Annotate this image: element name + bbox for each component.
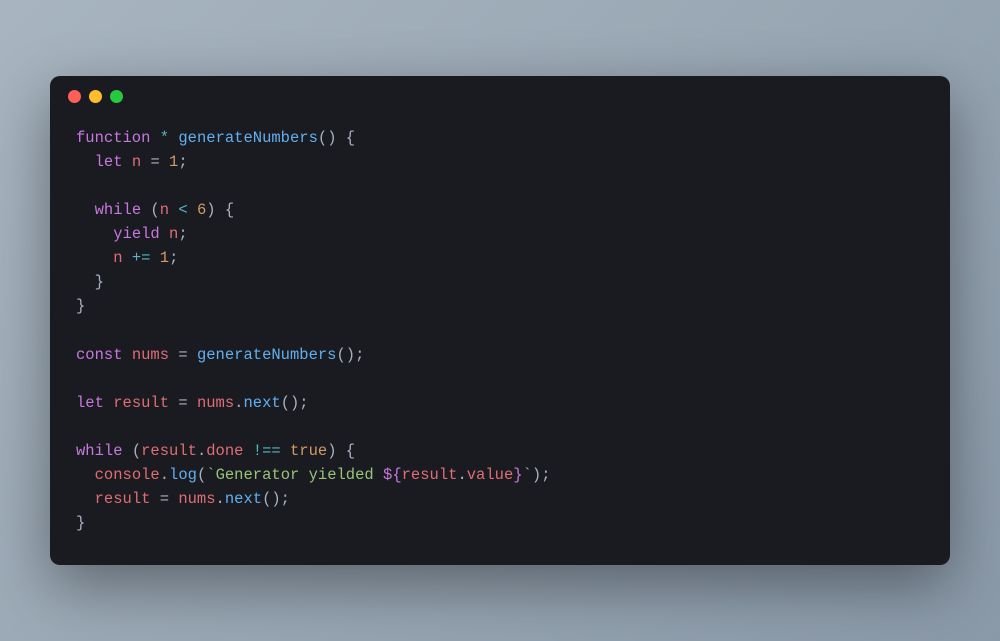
code-window: function * generateNumbers() { let n = 1… [50,76,950,564]
code-line: yield n; [76,225,188,243]
code-line: let n = 1; [76,153,188,171]
close-icon[interactable] [68,90,81,103]
code-line: let result = nums.next(); [76,394,309,412]
code-line: } [76,297,85,315]
code-line: console.log(`Generator yielded ${result.… [76,466,551,484]
code-line: function * generateNumbers() { [76,129,355,147]
code-line: } [76,514,85,532]
code-line: while (n < 6) { [76,201,234,219]
code-line: result = nums.next(); [76,490,290,508]
code-line: n += 1; [76,249,178,267]
code-editor[interactable]: function * generateNumbers() { let n = 1… [50,116,950,564]
window-titlebar [50,76,950,116]
zoom-icon[interactable] [110,90,123,103]
code-line: while (result.done !== true) { [76,442,355,460]
code-line: } [76,273,104,291]
code-line: const nums = generateNumbers(); [76,346,364,364]
minimize-icon[interactable] [89,90,102,103]
